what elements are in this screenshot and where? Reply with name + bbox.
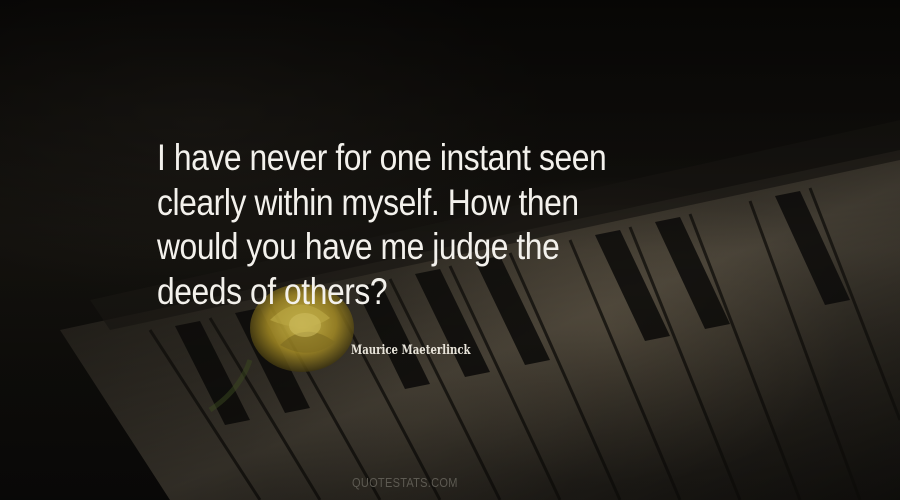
quote-line: I have never for one instant seen — [157, 137, 607, 178]
quote-line: clearly within myself. How then — [157, 181, 579, 223]
quote-author: Maurice Maeterlinck — [351, 343, 471, 358]
quote-card: I have never for one instant seen clearl… — [0, 0, 900, 500]
site-watermark: QUOTESTATS.COM — [352, 475, 458, 490]
quote-text: I have never for one instant seen clearl… — [157, 136, 707, 314]
quote-line: deeds of others? — [157, 270, 388, 312]
quote-line: would you have me judge the — [157, 226, 560, 267]
